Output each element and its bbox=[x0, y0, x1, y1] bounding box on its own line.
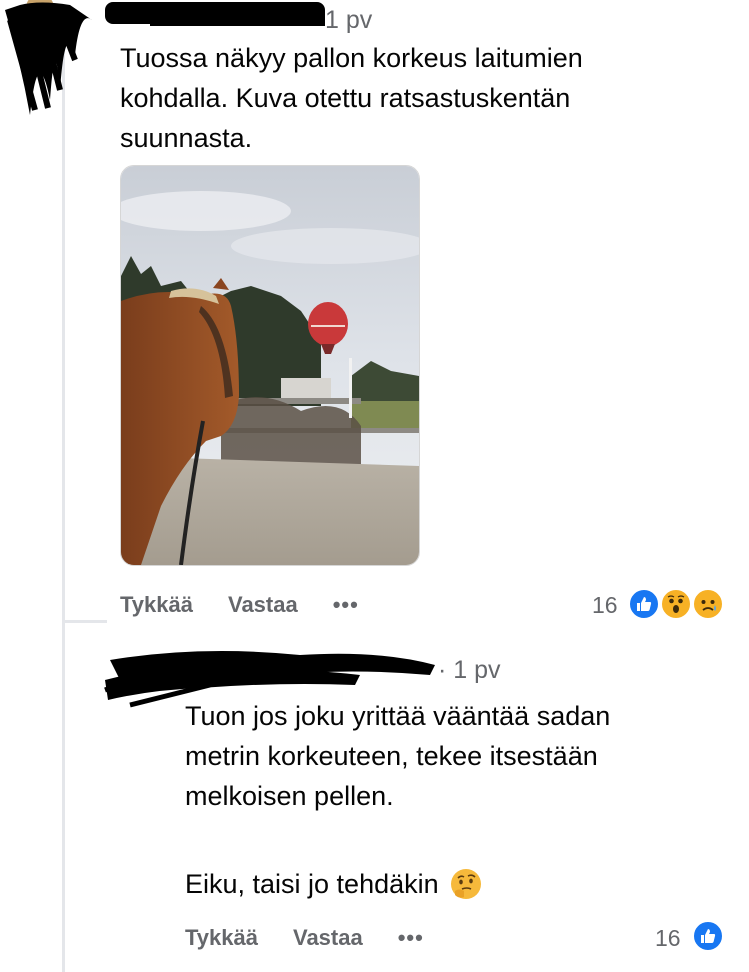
comment2-text-line: Tuon jos joku yrittää vääntää sadan bbox=[185, 701, 611, 731]
comment2-timestamp[interactable]: · 1 pv bbox=[438, 656, 501, 685]
comment1-text-line: kohdalla. Kuva otettu ratsastuskentän bbox=[120, 83, 571, 113]
sad-icon[interactable] bbox=[692, 588, 724, 620]
comment2-text: Tuon jos joku yrittää vääntää sadan metr… bbox=[185, 696, 725, 816]
comment2-text-line: Eiku, taisi jo tehdäkin bbox=[185, 869, 439, 899]
like-icon[interactable] bbox=[692, 920, 724, 952]
reply-button[interactable]: Vastaa bbox=[228, 592, 298, 618]
reply-button[interactable]: Vastaa bbox=[293, 925, 363, 951]
comment2-reaction-count[interactable]: 16 bbox=[655, 925, 681, 952]
comment2-actions: Tykkää Vastaa ••• bbox=[185, 925, 424, 951]
comment2-text-second-paragraph: Eiku, taisi jo tehdäkin bbox=[185, 864, 483, 904]
comment2-text-line: melkoisen pellen. bbox=[185, 781, 394, 811]
like-icon[interactable] bbox=[628, 588, 660, 620]
comment1-timestamp[interactable]: 1 pv bbox=[325, 6, 372, 35]
comment2-text-line: metrin korkeuteen, tekee itsestään bbox=[185, 741, 598, 771]
comment1-reaction-count[interactable]: 16 bbox=[592, 592, 618, 619]
thread-line-main bbox=[62, 40, 65, 972]
author-name-redacted-2 bbox=[150, 14, 325, 26]
avatar-redacted[interactable] bbox=[0, 0, 95, 120]
comment1-text: Tuossa näkyy pallon korkeus laitumien ko… bbox=[120, 38, 720, 158]
more-options-button[interactable]: ••• bbox=[398, 925, 424, 951]
comment1-text-line: suunnasta. bbox=[120, 123, 253, 153]
like-button[interactable]: Tykkää bbox=[185, 925, 258, 951]
like-button[interactable]: Tykkää bbox=[120, 592, 193, 618]
more-options-button[interactable]: ••• bbox=[333, 592, 359, 618]
thinking-face-icon bbox=[449, 867, 483, 901]
attached-photo-horse-balloon[interactable] bbox=[120, 165, 420, 566]
comment1-text-line: Tuossa näkyy pallon korkeus laitumien bbox=[120, 43, 583, 73]
comment1-actions: Tykkää Vastaa ••• bbox=[120, 592, 359, 618]
thread-line-branch bbox=[62, 620, 107, 623]
wow-icon[interactable] bbox=[660, 588, 692, 620]
